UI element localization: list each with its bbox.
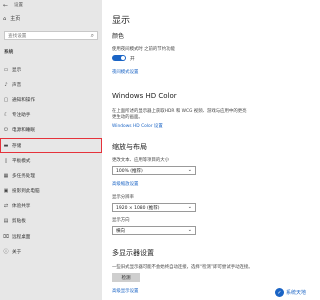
project-icon: ▣ (3, 188, 9, 195)
info-icon: ⓘ (3, 249, 9, 256)
multi-display-heading: 多显示器设置 (112, 249, 154, 257)
color-heading: 颜色 (112, 33, 125, 40)
hd-color-desc-2: 更生动的画面。 (112, 115, 143, 120)
search-placeholder: 查找设置 (8, 34, 27, 39)
sidebar-item-4[interactable]: ⏻ 电源和睡眠 (0, 123, 102, 138)
sidebar-item-12[interactable]: ⓘ 关于 (0, 244, 102, 259)
orientation-label: 显示方向 (112, 218, 130, 223)
sidebar-item-label: 体验共享 (12, 204, 31, 210)
sidebar-item-label: 通知和操作 (12, 97, 35, 103)
nav-list: ▭ 显示 ♪ 声音 ▢ 通知和操作 ☾ 专注助手 ⏻ 电源和睡眠 ▬ 存储 ▯ 平板模式 ▦ 多任务处理 ▣ 投影… (0, 62, 102, 259)
night-light-settings-link[interactable]: 夜间模式设置 (112, 69, 138, 75)
sidebar-item-label: 平板模式 (12, 158, 31, 164)
sidebar-item-label: 多任务处理 (12, 173, 35, 179)
sidebar-item-0[interactable]: ▭ 显示 (0, 62, 102, 77)
sidebar-item-10[interactable]: ▤ 剪贴板 (0, 214, 102, 229)
scale-label: 更改文本、应用等项目的大小 (112, 158, 170, 163)
sidebar-item-label: 关于 (12, 249, 22, 255)
main-panel: 显示 颜色 使用夜间模式时 之前的节约功能 开 夜间模式设置 Windows H… (102, 0, 309, 300)
orientation-select[interactable]: 横向 ⌄ (112, 226, 196, 235)
back-arrow-icon[interactable]: ← (3, 2, 8, 9)
sidebar-item-5[interactable]: ▬ 存储 (0, 137, 102, 154)
sidebar-item-label: 声音 (12, 82, 22, 88)
sidebar-item-8[interactable]: ▣ 投影到此电脑 (0, 184, 102, 199)
title-bar: ← 设置 (0, 0, 102, 12)
sidebar: ← 设置 ⌂ 主页 查找设置 ⌕ 系统 ▭ 显示 ♪ 声音 ▢ 通知和操作 ☾ 专注助手 ⏻ 电源… (0, 0, 102, 300)
home-icon: ⌂ (3, 15, 7, 22)
sidebar-item-7[interactable]: ▦ 多任务处理 (0, 168, 102, 183)
window-title: 设置 (14, 3, 23, 8)
multi-display-desc: 一些旧式显示器可能不会始终自动连接，选择“检测”即可尝试手动连接。 (112, 265, 253, 270)
sidebar-item-3[interactable]: ☾ 专注助手 (0, 108, 102, 123)
clipboard-icon: ▤ (3, 218, 9, 225)
chevron-down-icon: ⌄ (187, 227, 192, 233)
chevron-down-icon: ⌄ (187, 204, 192, 210)
speaker-icon: ♪ (4, 81, 8, 88)
resolution-value: 1920 × 1080 (推荐) (116, 206, 160, 211)
moon-icon: ☾ (3, 112, 9, 119)
sidebar-item-11[interactable]: ⌧ 远程桌面 (0, 229, 102, 244)
share-icon: ⇄ (3, 203, 9, 210)
settings-window: ← 设置 ⌂ 主页 查找设置 ⌕ 系统 ▭ 显示 ♪ 声音 ▢ 通知和操作 ☾ 专注助手 ⏻ 电源… (0, 0, 309, 300)
resolution-label: 显示分辨率 (112, 195, 134, 200)
scale-select[interactable]: 100% (推荐) ⌄ (112, 166, 196, 175)
detect-button[interactable]: 检测 (112, 273, 140, 282)
logo-icon: ✓ (274, 288, 284, 297)
hd-color-settings-link[interactable]: Windows HD Color 设置 (112, 123, 163, 129)
night-light-toggle[interactable] (112, 55, 126, 61)
night-light-label: 使用夜间模式时 之前的节约功能 (112, 47, 175, 52)
remote-desktop-icon: ⌧ (3, 233, 9, 240)
sidebar-item-9[interactable]: ⇄ 体验共享 (0, 199, 102, 214)
orientation-value: 横向 (116, 229, 125, 234)
toggle-label: 开 (130, 56, 135, 62)
sidebar-item-label: 显示 (12, 67, 22, 73)
resolution-select[interactable]: 1920 × 1080 (推荐) ⌄ (112, 203, 196, 212)
sidebar-item-2[interactable]: ▢ 通知和操作 (0, 92, 102, 107)
sidebar-item-label: 剪贴板 (12, 219, 26, 225)
watermark-text: 系统天地 (285, 290, 306, 296)
sidebar-item-label: 远程桌面 (12, 234, 31, 240)
power-icon: ⏻ (4, 127, 8, 134)
sidebar-item-1[interactable]: ♪ 声音 (0, 77, 102, 92)
scale-heading: 缩放与布局 (112, 143, 147, 151)
sidebar-item-label: 存储 (12, 143, 22, 149)
chevron-down-icon: ⌄ (187, 167, 192, 173)
search-input[interactable]: 查找设置 ⌕ (4, 31, 98, 40)
tablet-icon: ▯ (4, 157, 8, 164)
sidebar-item-label: 投影到此电脑 (12, 189, 40, 195)
scale-value: 100% (推荐) (116, 169, 143, 174)
advanced-scaling-link[interactable]: 高级缩放设置 (112, 181, 138, 187)
sidebar-home[interactable]: ⌂ 主页 (3, 15, 21, 23)
monitor-icon: ▭ (3, 66, 9, 73)
storage-icon: ▬ (3, 142, 9, 149)
watermark-logo: ✓ 系统天地 (274, 288, 306, 297)
sidebar-item-label: 电源和睡眠 (12, 128, 35, 134)
section-label: 系统 (4, 50, 14, 55)
notification-icon: ▢ (3, 96, 9, 103)
hd-color-heading: Windows HD Color (112, 92, 177, 100)
page-title: 显示 (112, 16, 131, 26)
sidebar-item-label: 专注助手 (12, 113, 31, 119)
multitask-icon: ▦ (3, 172, 9, 179)
home-label: 主页 (10, 16, 21, 22)
sidebar-item-6[interactable]: ▯ 平板模式 (0, 153, 102, 168)
search-icon: ⌕ (90, 32, 94, 39)
advanced-display-link[interactable]: 高级显示设置 (112, 288, 138, 294)
